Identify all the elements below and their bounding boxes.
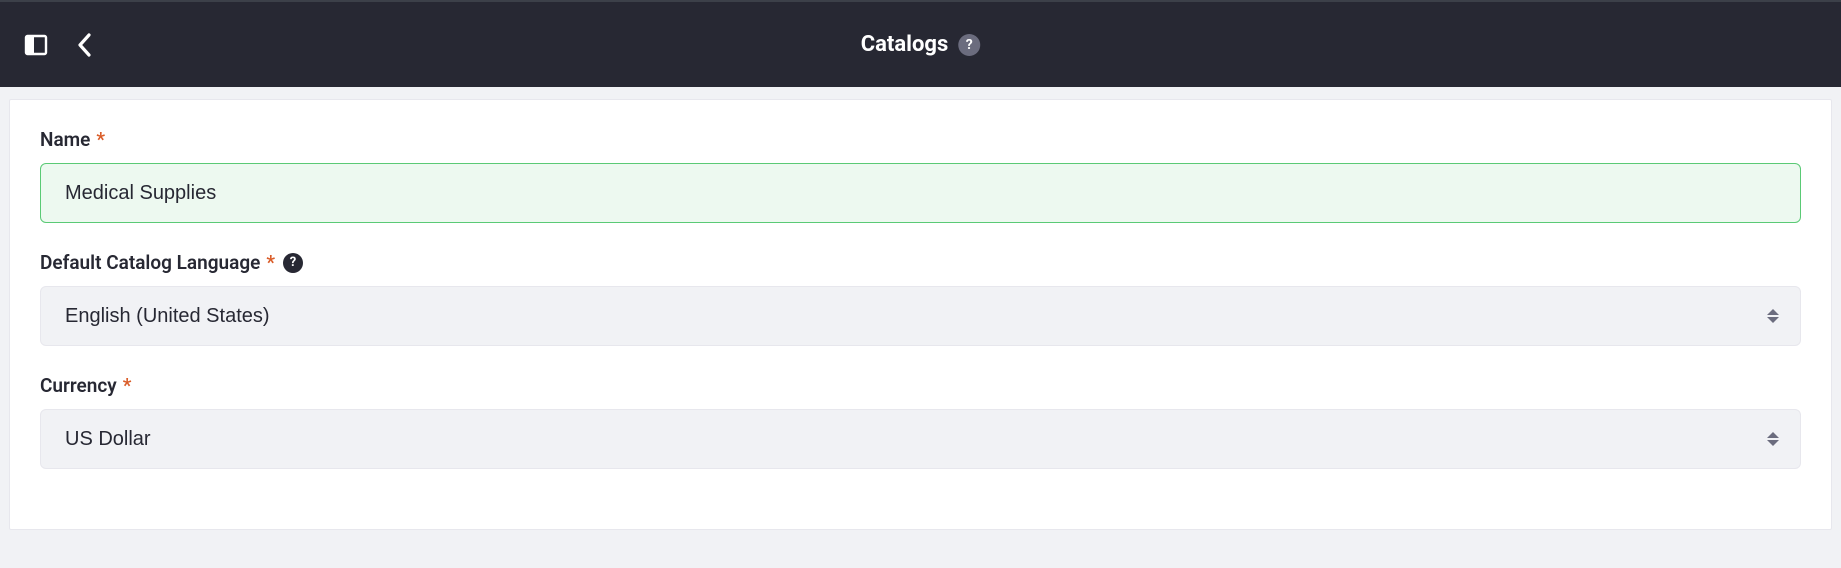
panel-toggle-icon[interactable] (24, 33, 48, 57)
topbar-left-controls (24, 32, 92, 58)
language-select-wrap: English (United States) (40, 286, 1801, 346)
name-label: Name * (40, 128, 1801, 151)
page-title: Catalogs (861, 32, 949, 57)
content-area: Name * Default Catalog Language * ? Engl… (0, 87, 1841, 530)
top-bar: Catalogs ? (0, 2, 1841, 87)
name-input[interactable] (40, 163, 1801, 223)
currency-select-wrap: US Dollar (40, 409, 1801, 469)
currency-label: Currency * (40, 374, 1801, 397)
required-asterisk: * (123, 374, 132, 397)
page-title-wrap: Catalogs ? (861, 32, 981, 57)
form-group-language: Default Catalog Language * ? English (Un… (40, 251, 1801, 346)
chevron-left-icon (76, 32, 92, 58)
currency-select[interactable]: US Dollar (40, 409, 1801, 469)
currency-label-text: Currency (40, 374, 117, 397)
form-panel: Name * Default Catalog Language * ? Engl… (9, 99, 1832, 530)
form-group-name: Name * (40, 128, 1801, 223)
header-help-icon[interactable]: ? (958, 34, 980, 56)
language-select[interactable]: English (United States) (40, 286, 1801, 346)
language-label-text: Default Catalog Language (40, 251, 260, 274)
language-label: Default Catalog Language * ? (40, 251, 1801, 274)
back-button[interactable] (76, 32, 92, 58)
required-asterisk: * (96, 128, 105, 151)
language-help-icon[interactable]: ? (283, 253, 303, 273)
required-asterisk: * (266, 251, 275, 274)
form-group-currency: Currency * US Dollar (40, 374, 1801, 469)
name-label-text: Name (40, 128, 90, 151)
